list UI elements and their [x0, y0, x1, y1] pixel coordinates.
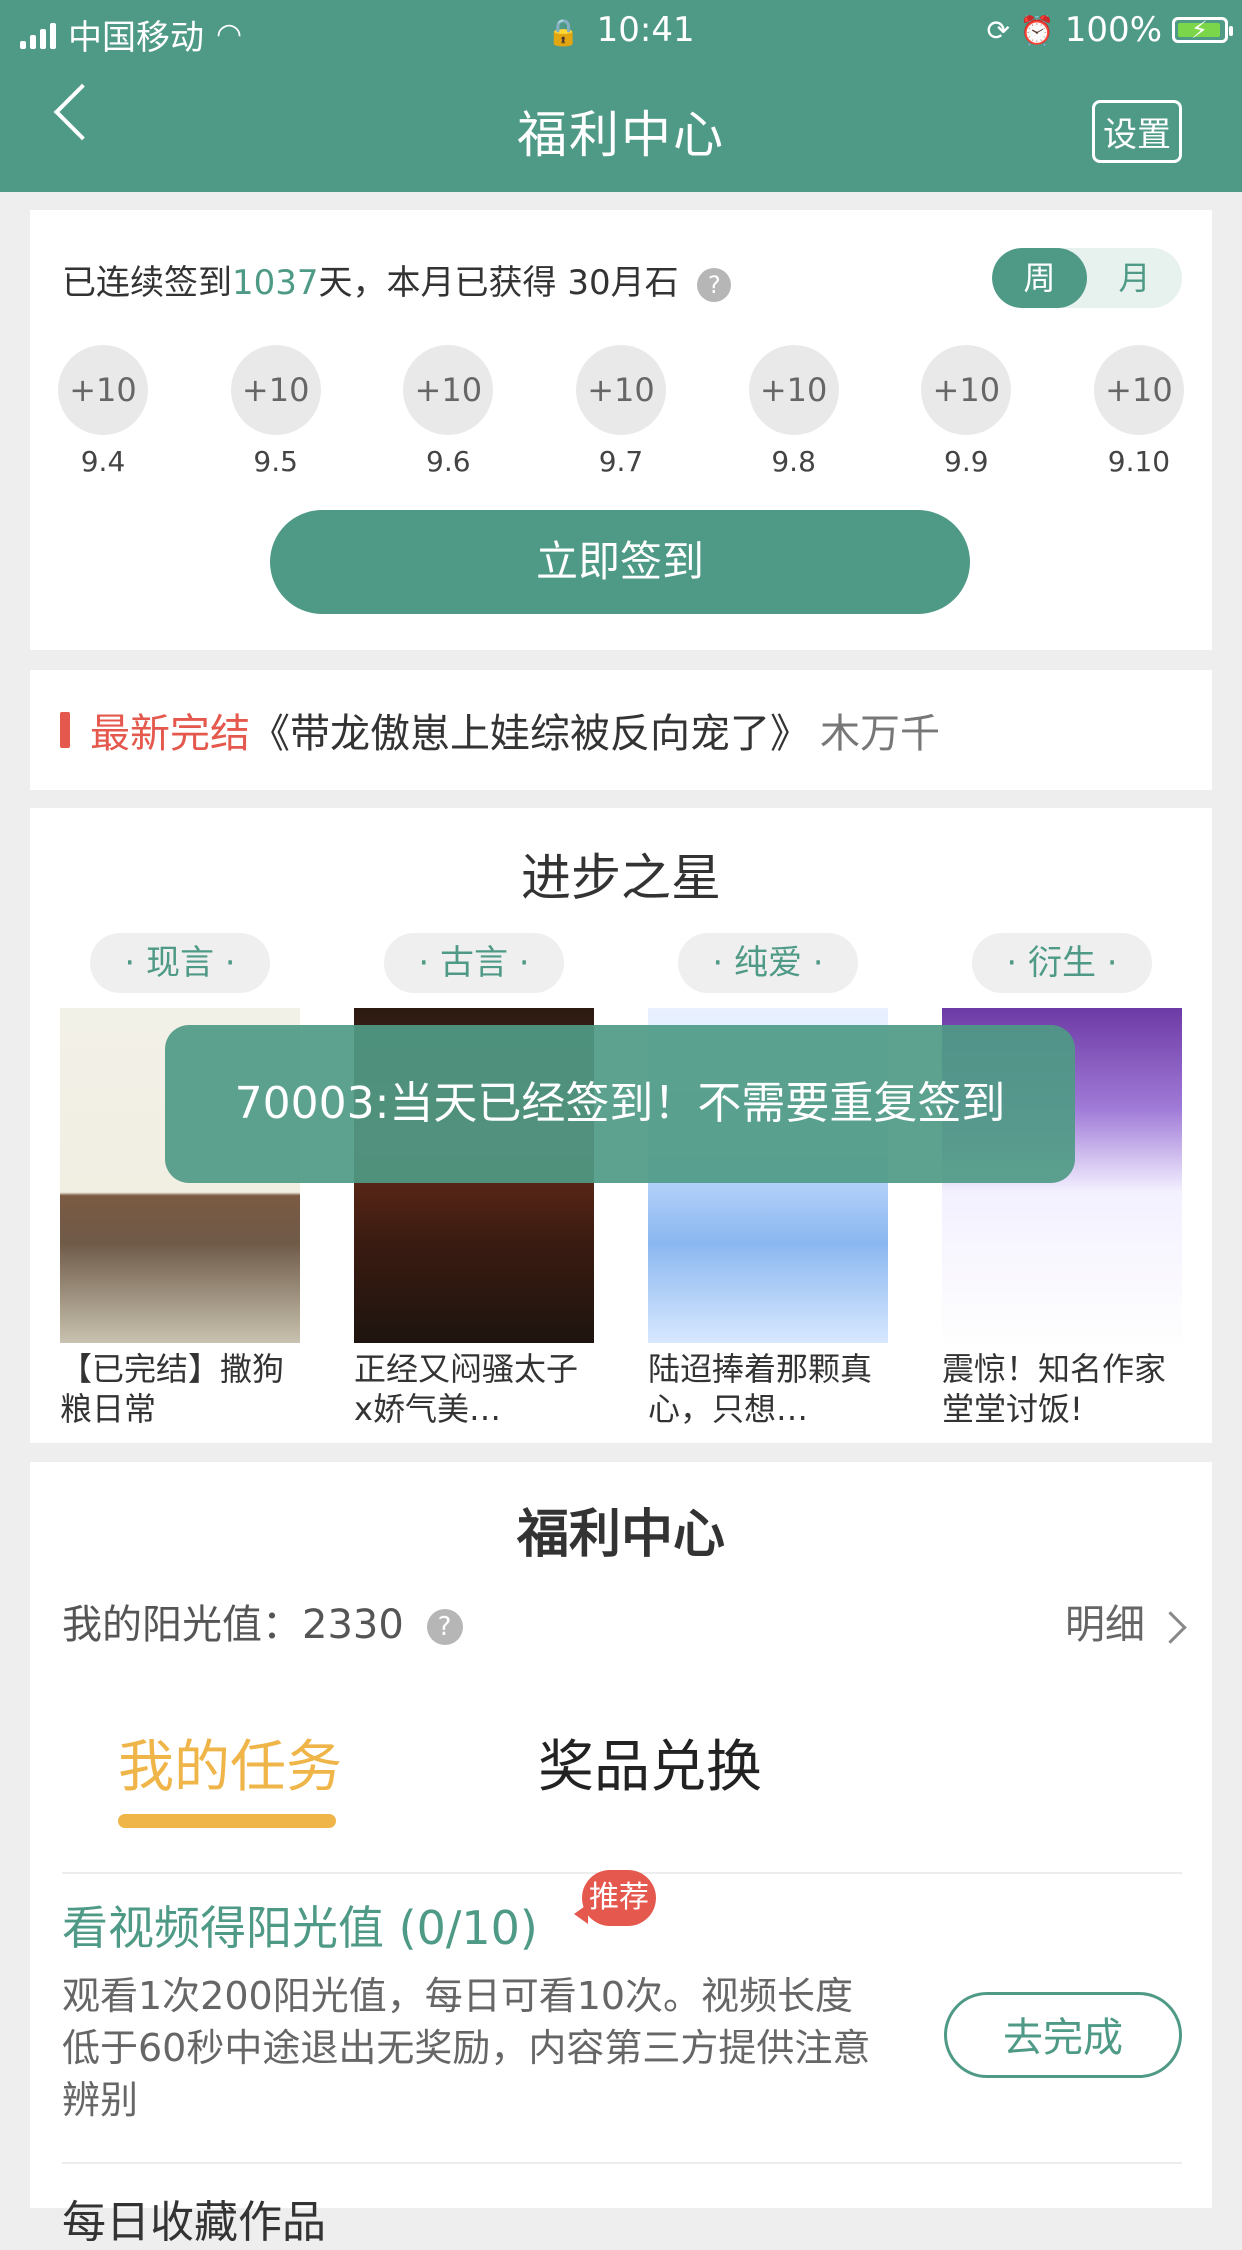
help-icon[interactable]: ? — [426, 1609, 463, 1645]
page-title: 福利中心 — [517, 106, 725, 164]
day-reward: +10 — [575, 345, 666, 435]
news-author: 木万千 — [820, 711, 940, 757]
category-tag-chunai[interactable]: · 纯爱 · — [678, 933, 858, 993]
section-title: 进步之星 — [521, 849, 721, 907]
news-title: 《带龙傲崽上娃综被反向宠了》 — [250, 711, 810, 757]
alarm-icon: ⏰ — [1019, 13, 1055, 47]
day-reward: +10 — [230, 345, 321, 435]
detail-link[interactable]: 明细 — [1065, 1592, 1187, 1650]
sign-in-button[interactable]: 立即签到 — [270, 510, 970, 614]
day-date: 9.5 — [253, 445, 298, 478]
toggle-month[interactable]: 月 — [1087, 248, 1182, 308]
day-date: 9.6 — [426, 445, 471, 478]
toast-message: 70003:当天已经签到！不需要重复签到 — [165, 1025, 1075, 1183]
next-task-title: 每日收藏作品 — [62, 2197, 326, 2248]
category-tag-xianyan[interactable]: · 现言 · — [90, 933, 270, 993]
divider — [62, 2162, 1182, 2164]
day-date: 9.7 — [598, 445, 644, 478]
chevron-right-icon — [1154, 1610, 1187, 1644]
welfare-tabs: 我的任务 奖品兑换 — [118, 1722, 1118, 1842]
day-item: +10 9.10 — [1093, 345, 1184, 485]
book-title[interactable]: 正经又闷骚太子x娇气美… — [354, 1349, 594, 1429]
battery-icon: ⚡ — [1172, 16, 1233, 44]
day-date: 9.10 — [1107, 445, 1171, 478]
welfare-section: 福利中心 我的阳光值：2330 ? 明细 我的任务 奖品兑换 看视频得阳光值 (… — [30, 1462, 1212, 2248]
streak-prefix: 已连续签到 — [62, 263, 232, 303]
book-title[interactable]: 陆迢捧着那颗真心，只想… — [648, 1349, 888, 1429]
toggle-week[interactable]: 周 — [992, 248, 1087, 308]
day-date: 9.8 — [771, 445, 816, 478]
task-title: 看视频得阳光值 (0/10) — [62, 1901, 538, 1955]
day-reward: +10 — [748, 345, 839, 435]
task-description: 观看1次200阳光值，每日可看10次。视频长度低于60秒中途退出无奖励，内容第三… — [62, 1974, 871, 2122]
day-item: +10 9.8 — [748, 345, 839, 485]
book-title[interactable]: 【已完结】撒狗粮日常 — [60, 1349, 300, 1429]
time-text: 10:41 — [596, 10, 695, 50]
recommend-badge: 推荐 — [574, 1870, 656, 1926]
streak-suffix: 天，本月已获得 30月石 — [318, 263, 679, 303]
lock-icon: 🔒 — [547, 18, 580, 48]
day-reward: +10 — [58, 345, 148, 435]
category-tag-yansheng[interactable]: · 衍生 · — [972, 933, 1152, 993]
active-tab-indicator — [118, 1814, 336, 1828]
rotation-lock-icon: ⟳ — [986, 13, 1010, 47]
news-banner[interactable]: 最新完结 《带龙傲崽上娃综被反向宠了》 木万千 — [30, 670, 1212, 790]
tab-prize-exchange[interactable]: 奖品兑换 — [538, 1722, 762, 1803]
day-item: +10 9.5 — [230, 345, 321, 485]
go-complete-button[interactable]: 去完成 — [944, 1992, 1182, 2078]
header-bar: 中国移动 ◠ 🔒 10:41 ⟳ ⏰ 100% ⚡ 福利中心 设置 — [0, 0, 1242, 192]
day-date: 9.4 — [80, 445, 126, 478]
task-item: 看视频得阳光值 (0/10) 推荐 观看1次200阳光值，每日可看10次。视频长… — [62, 1870, 1182, 2152]
news-label: 最新完结 — [90, 711, 250, 757]
welfare-title: 福利中心 — [516, 1505, 725, 1565]
day-date: 9.9 — [944, 445, 989, 478]
tab-my-tasks[interactable]: 我的任务 — [118, 1722, 342, 1803]
category-tag-guyan[interactable]: · 古言 · — [384, 933, 564, 993]
help-icon[interactable]: ? — [697, 267, 732, 302]
sign-in-card: 已连续签到1037天，本月已获得 30月石 ? 周 月 +10 9.4 +10 … — [30, 210, 1212, 650]
day-item: +10 9.7 — [575, 345, 666, 485]
day-item: +10 9.4 — [58, 345, 148, 485]
day-item: +10 9.9 — [921, 345, 1012, 485]
category-row: · 现言 · · 古言 · · 纯爱 · · 衍生 · — [90, 933, 1152, 993]
streak-days: 1037 — [232, 263, 319, 303]
news-accent-bar — [60, 712, 70, 748]
week-month-toggle[interactable]: 周 月 — [992, 248, 1182, 308]
status-bar: 中国移动 ◠ 🔒 10:41 ⟳ ⏰ 100% ⚡ — [0, 0, 1242, 62]
day-reward: +10 — [403, 345, 494, 435]
day-reward: +10 — [1093, 345, 1184, 435]
battery-percent-text: 100% — [1064, 10, 1162, 50]
book-title[interactable]: 震惊！知名作家堂堂讨饭! — [942, 1349, 1182, 1429]
detail-label[interactable]: 明细 — [1065, 1602, 1145, 1648]
settings-button[interactable]: 设置 — [1092, 100, 1182, 163]
sunshine-row: 我的阳光值：2330 ? 明细 — [62, 1592, 1187, 1650]
sunshine-value: 2330 — [302, 1602, 404, 1648]
sign-in-days: +10 9.4 +10 9.5 +10 9.6 +10 9.7 +10 9.8 … — [58, 345, 1184, 485]
day-item: +10 9.6 — [403, 345, 494, 485]
sign-in-summary: 已连续签到1037天，本月已获得 30月石 ? — [62, 255, 732, 304]
day-reward: +10 — [921, 345, 1012, 435]
sunshine-label: 我的阳光值： — [62, 1602, 302, 1648]
